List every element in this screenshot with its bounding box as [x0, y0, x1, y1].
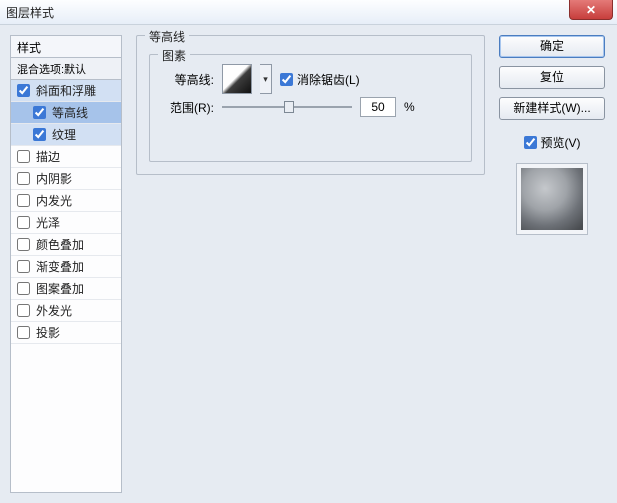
title-bar: 图层样式 ✕: [0, 0, 617, 25]
style-item-label: 颜色叠加: [36, 236, 84, 253]
style-item-checkbox[interactable]: [17, 260, 30, 273]
slider-knob[interactable]: [284, 101, 294, 113]
antialias-input[interactable]: [280, 73, 293, 86]
sidebar-header: 样式: [10, 35, 122, 57]
style-item-label: 内阴影: [36, 170, 72, 187]
antialias-label: 消除锯齿(L): [297, 71, 360, 88]
range-slider[interactable]: [222, 99, 352, 115]
style-item-label: 内发光: [36, 192, 72, 209]
window-title: 图层样式: [6, 4, 54, 21]
settings-panel: 等高线 图素 等高线: ▾ 消除锯齿(L) 范围(R):: [122, 25, 495, 503]
style-item[interactable]: 等高线: [11, 102, 121, 124]
style-list: 斜面和浮雕等高线纹理描边内阴影内发光光泽颜色叠加渐变叠加图案叠加外发光投影: [10, 79, 122, 493]
range-row: 范围(R): 50 %: [162, 93, 459, 121]
ok-button[interactable]: 确定: [499, 35, 605, 58]
antialias-checkbox[interactable]: 消除锯齿(L): [280, 71, 360, 88]
style-item[interactable]: 内阴影: [11, 168, 121, 190]
contour-dropdown[interactable]: ▾: [260, 64, 272, 94]
style-item[interactable]: 描边: [11, 146, 121, 168]
style-item-checkbox[interactable]: [17, 238, 30, 251]
style-item-label: 光泽: [36, 214, 60, 231]
style-item-checkbox[interactable]: [17, 84, 30, 97]
style-item-checkbox[interactable]: [17, 282, 30, 295]
contour-thumbnail[interactable]: [222, 64, 252, 94]
style-item[interactable]: 渐变叠加: [11, 256, 121, 278]
style-item-label: 等高线: [52, 104, 88, 121]
blend-options-row[interactable]: 混合选项:默认: [10, 57, 122, 79]
style-item[interactable]: 图案叠加: [11, 278, 121, 300]
style-item-label: 投影: [36, 324, 60, 341]
dialog-body: 样式 混合选项:默认 斜面和浮雕等高线纹理描边内阴影内发光光泽颜色叠加渐变叠加图…: [0, 25, 617, 503]
style-item-checkbox[interactable]: [17, 150, 30, 163]
preview-swatch: [516, 163, 588, 235]
style-item-label: 描边: [36, 148, 60, 165]
preview-checkbox[interactable]: 预览(V): [499, 134, 605, 151]
range-value[interactable]: 50: [360, 97, 396, 117]
style-item-checkbox[interactable]: [17, 326, 30, 339]
contour-group-title: 等高线: [145, 28, 189, 45]
close-button[interactable]: ✕: [569, 0, 613, 20]
style-item-checkbox[interactable]: [17, 172, 30, 185]
new-style-button[interactable]: 新建样式(W)...: [499, 97, 605, 120]
preview-input[interactable]: [524, 136, 537, 149]
contour-row: 等高线: ▾ 消除锯齿(L): [162, 65, 459, 93]
elements-group: 图素 等高线: ▾ 消除锯齿(L) 范围(R): 50: [149, 54, 472, 162]
styles-sidebar: 样式 混合选项:默认 斜面和浮雕等高线纹理描边内阴影内发光光泽颜色叠加渐变叠加图…: [10, 35, 122, 493]
style-item[interactable]: 斜面和浮雕: [11, 80, 121, 102]
style-item-label: 渐变叠加: [36, 258, 84, 275]
contour-group: 等高线 图素 等高线: ▾ 消除锯齿(L) 范围(R):: [136, 35, 485, 175]
style-item[interactable]: 光泽: [11, 212, 121, 234]
preview-label: 预览(V): [541, 134, 581, 151]
style-item[interactable]: 投影: [11, 322, 121, 344]
style-item[interactable]: 外发光: [11, 300, 121, 322]
range-unit: %: [404, 100, 415, 114]
style-item[interactable]: 纹理: [11, 124, 121, 146]
style-item-checkbox[interactable]: [17, 304, 30, 317]
range-label: 范围(R):: [162, 99, 214, 116]
style-item-label: 图案叠加: [36, 280, 84, 297]
style-item-checkbox[interactable]: [33, 106, 46, 119]
style-item-label: 纹理: [52, 126, 76, 143]
right-column: 确定 复位 新建样式(W)... 预览(V): [495, 25, 617, 503]
elements-group-title: 图素: [158, 47, 190, 64]
style-item[interactable]: 颜色叠加: [11, 234, 121, 256]
close-icon: ✕: [586, 3, 596, 17]
reset-button[interactable]: 复位: [499, 66, 605, 89]
contour-label: 等高线:: [162, 71, 214, 88]
style-item[interactable]: 内发光: [11, 190, 121, 212]
style-item-label: 外发光: [36, 302, 72, 319]
style-item-label: 斜面和浮雕: [36, 82, 96, 99]
style-item-checkbox[interactable]: [17, 194, 30, 207]
style-item-checkbox[interactable]: [33, 128, 46, 141]
style-item-checkbox[interactable]: [17, 216, 30, 229]
